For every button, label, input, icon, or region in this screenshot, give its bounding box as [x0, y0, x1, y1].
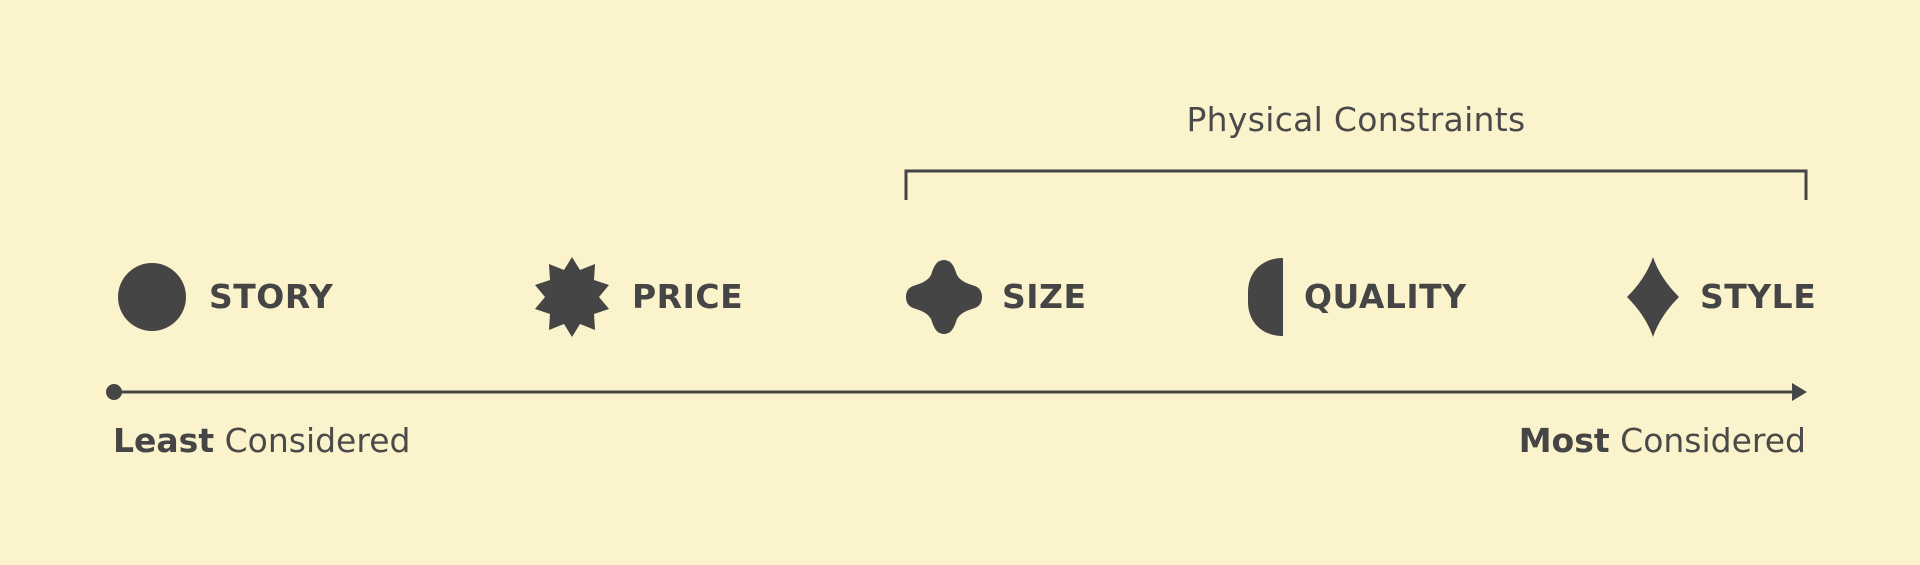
starburst-icon — [535, 257, 609, 337]
item-label-quality: QUALITY — [1304, 277, 1467, 316]
four-lobed-cross-icon — [906, 260, 982, 334]
half-leaf-icon — [1248, 258, 1283, 336]
axis-end-bold: Most — [1518, 421, 1610, 460]
concave-diamond-icon — [1627, 257, 1679, 337]
axis-start-label: Least Considered — [113, 421, 410, 461]
circle-icon — [118, 263, 186, 331]
axis-start-bold: Least — [113, 421, 215, 460]
item-label-size: SIZE — [1002, 277, 1087, 316]
axis-arrowhead — [1792, 383, 1807, 401]
item-label-price: PRICE — [632, 277, 744, 316]
axis-start-rest: Considered — [214, 421, 411, 460]
axis-end-rest: Considered — [1609, 421, 1806, 460]
axis-end-label: Most Considered — [1519, 421, 1806, 461]
bracket-label: Physical Constraints — [1186, 100, 1526, 139]
physical-constraints-bracket — [904, 169, 1808, 200]
item-label-story: STORY — [209, 277, 334, 316]
item-label-style: STYLE — [1700, 277, 1817, 316]
